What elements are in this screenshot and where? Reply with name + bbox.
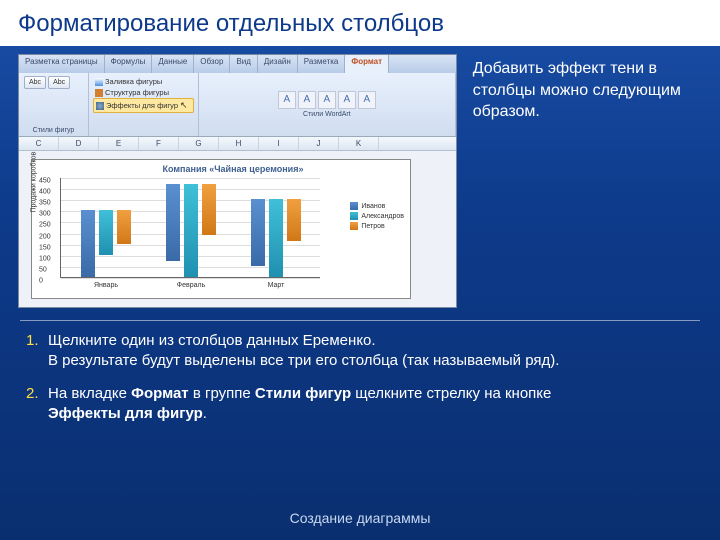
shape-outline-label: Структура фигуры (105, 88, 169, 97)
tab-page-layout[interactable]: Разметка страницы (19, 55, 105, 73)
excel-screenshot: Разметка страницы Формулы Данные Обзор В… (18, 54, 457, 308)
chart-bar[interactable] (184, 184, 198, 277)
legend-label: Петров (361, 223, 384, 230)
wordart-preset[interactable]: A (298, 91, 316, 109)
col-header[interactable]: D (59, 137, 99, 150)
step-number: 1. (26, 331, 39, 351)
col-header[interactable]: F (139, 137, 179, 150)
step-bold: Стили фигур (255, 385, 351, 402)
chart-legend: Иванов Александров Петров (350, 200, 404, 232)
wordart-preset[interactable]: A (338, 91, 356, 109)
instruction-list: 1. Щелкните один из столбцов данных Ерем… (0, 321, 720, 424)
tab-design[interactable]: Дизайн (258, 55, 298, 73)
slide-title-text: Форматирование отдельных столбцов (18, 10, 444, 37)
wordart-preset[interactable]: A (278, 91, 296, 109)
shape-style-preset-2[interactable]: Abc (48, 76, 70, 89)
chart-ylabel: Продажи коробков (31, 152, 38, 213)
tab-format[interactable]: Формат (345, 55, 389, 73)
tab-review[interactable]: Обзор (194, 55, 230, 73)
chart-bar[interactable] (166, 184, 180, 262)
tab-data[interactable]: Данные (152, 55, 194, 73)
chart-plot-area: 050100150200250300350400450ЯнварьФевраль… (60, 178, 320, 278)
step-text: Щелкните один из столбцов данных Еременк… (48, 332, 376, 349)
col-header[interactable]: H (219, 137, 259, 150)
tab-layout[interactable]: Разметка (298, 55, 346, 73)
wordart-group-label: Стили WordArt (303, 111, 351, 118)
legend-label: Иванов (361, 203, 385, 210)
legend-swatch-icon (350, 202, 358, 210)
instruction-step-2: 2. На вкладке Формат в группе Стили фигу… (26, 384, 694, 425)
effects-icon (96, 102, 104, 110)
chart-bar[interactable] (287, 199, 301, 241)
wordart-preset[interactable]: A (358, 91, 376, 109)
col-header[interactable]: E (99, 137, 139, 150)
shape-styles-group-label: Стили фигур (23, 127, 84, 134)
slide-title: Форматирование отдельных столбцов (0, 0, 720, 46)
col-header[interactable]: C (19, 137, 59, 150)
cursor-icon: ↖ (180, 100, 188, 111)
tab-formulas[interactable]: Формулы (105, 55, 153, 73)
shape-effects-menu[interactable]: Эффекты для фигур ↖ (93, 98, 194, 113)
tab-view[interactable]: Вид (230, 55, 257, 73)
chart-bar[interactable] (251, 199, 265, 266)
footer-text: Создание диаграммы (290, 510, 431, 526)
chart-bar[interactable] (269, 199, 283, 277)
spreadsheet-column-headers: C D E F G H I J K (19, 137, 456, 151)
shape-fill-label: Заливка фигуры (105, 77, 162, 86)
pencil-icon (95, 89, 103, 97)
col-header[interactable]: J (299, 137, 339, 150)
shape-effects-label: Эффекты для фигур (106, 101, 178, 110)
col-header[interactable]: K (339, 137, 379, 150)
shape-style-preset-1[interactable]: Abc (24, 76, 46, 89)
step-text: в группе (189, 385, 255, 402)
shape-outline-menu[interactable]: Структура фигуры (93, 87, 194, 98)
bucket-icon (95, 78, 103, 86)
instruction-step-1: 1. Щелкните один из столбцов данных Ерем… (26, 331, 694, 372)
chart-bar[interactable] (117, 210, 131, 243)
legend-label: Александров (361, 213, 404, 220)
col-header[interactable]: G (179, 137, 219, 150)
chart-bar[interactable] (99, 210, 113, 254)
step-text: . (203, 405, 207, 422)
ribbon-body: Abc Abc Стили фигур Заливка фигуры Струк… (19, 73, 456, 137)
wordart-preset[interactable]: A (318, 91, 336, 109)
chart-title: Компания «Чайная церемония» (60, 164, 406, 174)
step-text: В результате будут выделены все три его … (48, 352, 559, 369)
slide-footer: Создание диаграммы (0, 510, 720, 526)
description-text: Добавить эффект тени в столбцы можно сле… (473, 54, 702, 308)
shape-fill-menu[interactable]: Заливка фигуры (93, 76, 194, 87)
chart-bar[interactable] (81, 210, 95, 277)
ribbon-tabs: Разметка страницы Формулы Данные Обзор В… (19, 55, 456, 73)
col-header[interactable]: I (259, 137, 299, 150)
embedded-chart[interactable]: Компания «Чайная церемония» Продажи коро… (31, 159, 411, 299)
legend-swatch-icon (350, 222, 358, 230)
step-bold: Эффекты для фигур (48, 405, 203, 422)
description-content: Добавить эффект тени в столбцы можно сле… (473, 60, 681, 120)
step-text: На вкладке (48, 385, 131, 402)
step-number: 2. (26, 384, 39, 404)
legend-swatch-icon (350, 212, 358, 220)
step-text: щелкните стрелку на кнопке (351, 385, 551, 402)
chart-bar[interactable] (202, 184, 216, 235)
step-bold: Формат (131, 385, 189, 402)
